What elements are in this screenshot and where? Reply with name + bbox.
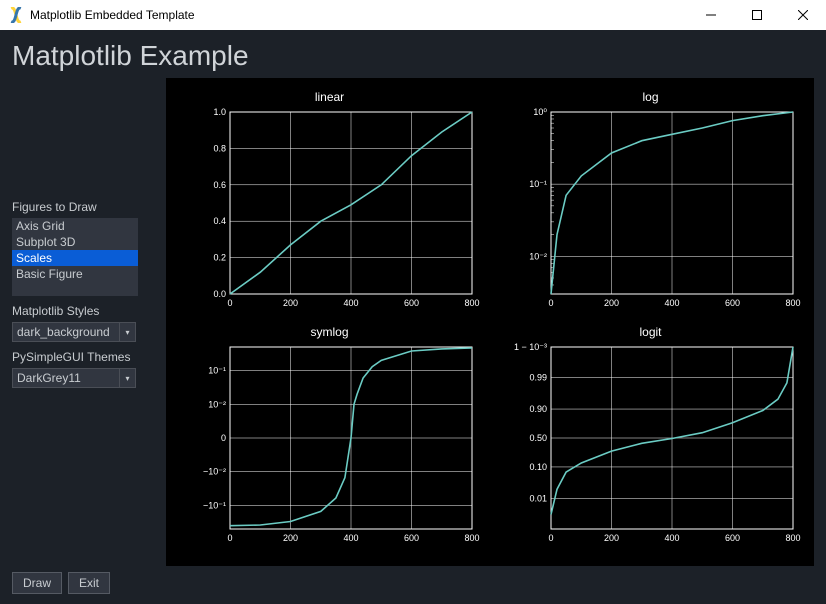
themes-label: PySimpleGUI Themes (12, 350, 158, 364)
subplot-title: linear (315, 90, 344, 104)
svg-text:400: 400 (664, 533, 679, 543)
page-title: Matplotlib Example (12, 40, 814, 72)
minimize-button[interactable] (688, 0, 734, 30)
svg-text:0: 0 (227, 298, 232, 308)
svg-text:0.50: 0.50 (529, 433, 547, 443)
svg-text:10⁻¹: 10⁻¹ (208, 366, 226, 376)
subplot-title: log (642, 90, 658, 104)
svg-text:800: 800 (464, 298, 479, 308)
subplot-title: logit (639, 325, 661, 339)
styles-label: Matplotlib Styles (12, 304, 158, 318)
svg-text:400: 400 (343, 533, 358, 543)
subplot-title: symlog (310, 325, 348, 339)
svg-text:0.99: 0.99 (529, 372, 547, 382)
svg-text:0.8: 0.8 (213, 143, 226, 153)
figures-listbox-item[interactable]: Axis Grid (12, 218, 138, 234)
figures-listbox-item[interactable]: Subplot 3D (12, 234, 138, 250)
svg-text:0.90: 0.90 (529, 404, 547, 414)
svg-text:800: 800 (464, 533, 479, 543)
svg-text:0: 0 (220, 433, 225, 443)
svg-text:1 − 10⁻³: 1 − 10⁻³ (513, 342, 546, 352)
svg-text:0.10: 0.10 (529, 462, 547, 472)
close-button[interactable] (780, 0, 826, 30)
styles-dropdown-button[interactable]: ▾ (120, 322, 136, 342)
figures-listbox[interactable]: Axis GridSubplot 3DScalesBasic Figure (12, 218, 138, 296)
subplot-log: log 0 200 400 600 800 10⁻² 10⁻¹ 10⁰ (493, 90, 808, 319)
svg-text:0.0: 0.0 (213, 289, 226, 299)
sidebar: Figures to Draw Axis GridSubplot 3DScale… (12, 78, 158, 566)
svg-text:400: 400 (664, 298, 679, 308)
svg-text:10⁻¹: 10⁻¹ (529, 179, 547, 189)
exit-button[interactable]: Exit (68, 572, 110, 594)
styles-combobox[interactable] (12, 322, 120, 342)
figures-label: Figures to Draw (12, 200, 158, 214)
svg-text:1.0: 1.0 (213, 107, 226, 117)
subplot-symlog: symlog 0 200 400 600 800 −10⁻¹ −10⁻² 0 10⁻² 10⁻¹ (172, 325, 487, 554)
plot-area: linear 0 200 400 600 800 0.0 0.2 0.4 0.6 0.8 1.0 log… (166, 78, 814, 566)
svg-text:0: 0 (227, 533, 232, 543)
svg-text:600: 600 (403, 298, 418, 308)
figures-listbox-item[interactable]: Scales (12, 250, 138, 266)
svg-text:200: 200 (603, 533, 618, 543)
themes-dropdown-button[interactable]: ▾ (120, 368, 136, 388)
svg-text:600: 600 (724, 533, 739, 543)
svg-text:200: 200 (282, 298, 297, 308)
svg-text:200: 200 (282, 533, 297, 543)
subplot-logit: logit 0 200 400 600 800 0.01 0.10 0.50 0.90 0.99 1 … (493, 325, 808, 554)
svg-text:0.6: 0.6 (213, 180, 226, 190)
svg-text:0: 0 (548, 533, 553, 543)
themes-combobox[interactable] (12, 368, 120, 388)
window-title: Matplotlib Embedded Template (30, 8, 688, 22)
draw-button[interactable]: Draw (12, 572, 62, 594)
svg-text:0.01: 0.01 (529, 494, 547, 504)
svg-text:0.2: 0.2 (213, 253, 226, 263)
window-titlebar: Matplotlib Embedded Template (0, 0, 826, 30)
window-controls (688, 0, 826, 30)
chevron-down-icon: ▾ (125, 328, 129, 337)
maximize-button[interactable] (734, 0, 780, 30)
subplot-linear: linear 0 200 400 600 800 0.0 0.2 0.4 0.6 0.8 1.0 (172, 90, 487, 319)
svg-text:10⁻²: 10⁻² (529, 251, 547, 261)
svg-text:600: 600 (403, 533, 418, 543)
svg-text:0.4: 0.4 (213, 216, 226, 226)
svg-text:10⁰: 10⁰ (533, 107, 547, 117)
svg-text:10⁻²: 10⁻² (208, 399, 226, 409)
svg-text:0: 0 (548, 298, 553, 308)
app-icon (8, 7, 24, 23)
svg-text:−10⁻²: −10⁻² (202, 467, 225, 477)
svg-text:200: 200 (603, 298, 618, 308)
svg-text:400: 400 (343, 298, 358, 308)
svg-text:−10⁻¹: −10⁻¹ (202, 500, 225, 510)
svg-text:800: 800 (785, 533, 800, 543)
svg-text:600: 600 (724, 298, 739, 308)
figures-listbox-item[interactable]: Basic Figure (12, 266, 138, 282)
svg-text:800: 800 (785, 298, 800, 308)
chevron-down-icon: ▾ (125, 374, 129, 383)
